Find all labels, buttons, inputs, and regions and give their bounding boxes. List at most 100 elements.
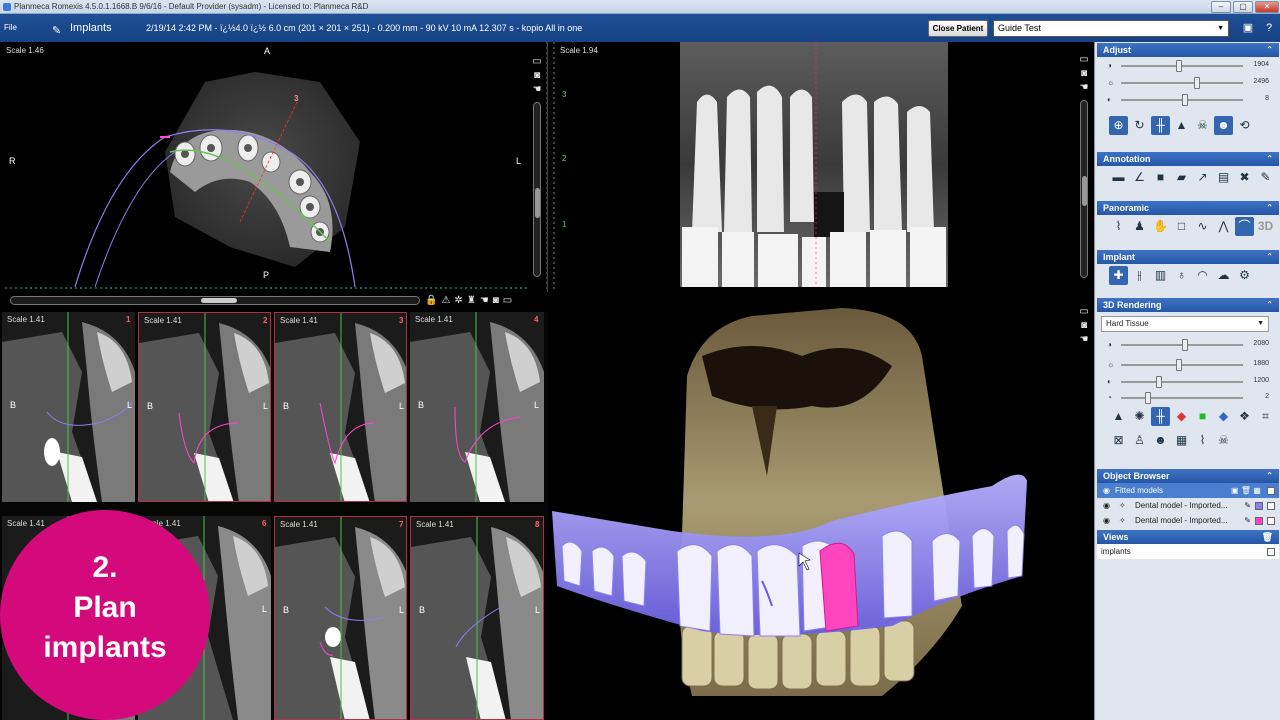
guide-select[interactable]: Guide Test ▼ — [993, 20, 1229, 37]
implant-library-icon[interactable]: ⫲ — [1130, 266, 1149, 285]
implant-header[interactable]: Implant ⌃ — [1097, 250, 1279, 264]
render-slider-1[interactable]: ◑ 2080 — [1097, 336, 1279, 356]
skull-3d-icon[interactable]: ☠ — [1214, 431, 1233, 450]
grid-icon[interactable]: ▦ — [1253, 486, 1261, 495]
object-group-row[interactable]: ◉ Fitted models ▣ 🗑 ▦ — [1097, 483, 1279, 498]
nerve-trace-icon[interactable]: ⋀ — [1214, 217, 1233, 236]
layout-icon[interactable]: ▭ — [1078, 306, 1090, 320]
pan-hand-icon[interactable]: ☚ — [1078, 334, 1090, 348]
grid-icon[interactable]: ▦ — [1172, 431, 1191, 450]
adjust-header[interactable]: Adjust ⌃ — [1097, 43, 1279, 57]
minimize-button[interactable]: – — [1211, 1, 1231, 13]
abutment-icon[interactable]: ▥ — [1151, 266, 1170, 285]
red-plane-icon[interactable]: ◆ — [1172, 407, 1191, 426]
green-plane-icon[interactable]: ■ — [1193, 407, 1212, 426]
camera-icon[interactable]: ◙ — [1078, 320, 1090, 334]
nerve-icon[interactable]: ■ — [1151, 168, 1170, 187]
rotate-icon[interactable]: ↻ — [1130, 116, 1149, 135]
axial-view[interactable]: Scale 1.46 A R L P 3 ▭ ◙ ☚ — [0, 42, 548, 292]
window-icon[interactable]: ▣ — [1240, 20, 1256, 36]
image-icon[interactable]: ▲ — [1109, 407, 1128, 426]
file-menu[interactable]: File — [4, 23, 17, 32]
tooth-icon[interactable]: ♟ — [1130, 217, 1149, 236]
sharpen-slider[interactable]: ◐ 8 — [1097, 91, 1279, 108]
slider-knob[interactable] — [1194, 77, 1201, 89]
panoramic-view[interactable]: Scale 1.94 3 2 1 ▭ ◙ ☚ — [552, 42, 1092, 292]
pan-hand-icon[interactable]: ☚ — [531, 84, 543, 98]
pan-hand-icon[interactable]: ☚ — [1078, 82, 1090, 96]
pen-icon[interactable]: ✎ — [1256, 168, 1275, 187]
layout-icon[interactable]: ▭ — [531, 56, 543, 70]
annotation-header[interactable]: Annotation ⌃ — [1097, 152, 1279, 166]
color-swatch[interactable] — [1255, 516, 1263, 525]
curve-icon[interactable]: ⌇ — [1109, 217, 1128, 236]
object-row[interactable]: ◉ ✧ Dental model - Imported... ✎ — [1097, 498, 1279, 513]
lock-icon[interactable]: 🔒 — [425, 295, 441, 306]
cross-section-7[interactable]: Scale 1.41 7 B L — [274, 516, 407, 720]
layout-icon[interactable]: ▭ — [1078, 54, 1090, 68]
3d-rendering-view[interactable]: ▭ ◙ ☚ — [552, 296, 1092, 720]
ruler-icon[interactable]: ▬ — [1109, 168, 1128, 187]
panoramic-curve-icon[interactable]: ⌒ — [1235, 217, 1254, 236]
checkbox-icon[interactable] — [1267, 547, 1275, 556]
image-icon[interactable]: ▲ — [1172, 116, 1191, 135]
render-slider-3[interactable]: ◐ 1200 — [1097, 373, 1279, 389]
3d-toggle[interactable]: 3D — [1256, 217, 1275, 236]
slider-knob[interactable] — [1182, 94, 1189, 106]
text-icon[interactable]: ▤ — [1214, 168, 1233, 187]
skull-filter-icon[interactable]: ☻ — [1214, 116, 1233, 135]
eraser-icon[interactable]: ✖ — [1235, 168, 1254, 187]
eye-icon[interactable]: ◉ — [1103, 498, 1110, 513]
render-slider-4[interactable]: ◔ 2 — [1097, 389, 1279, 405]
implant-settings-icon[interactable]: ⚙ — [1235, 266, 1254, 285]
implants-module-tab[interactable]: ✎ Implants — [52, 19, 122, 37]
zoom-icon[interactable]: ⊕ — [1109, 116, 1128, 135]
render-slider-2[interactable]: ☼ 1880 — [1097, 356, 1279, 373]
visibility-icon[interactable]: ✧ — [1119, 513, 1126, 528]
implant-icon[interactable]: ♜ — [467, 295, 480, 306]
pen-icon[interactable]: ✎ — [1244, 516, 1251, 525]
cut-icon[interactable]: ⊠ — [1109, 431, 1128, 450]
arrow-icon[interactable]: ↗ — [1193, 168, 1212, 187]
cross-section-2[interactable]: Scale 1.41 2 B L — [138, 312, 271, 502]
nerve-3d-icon[interactable]: ⌇ — [1193, 431, 1212, 450]
3d-rendering-header[interactable]: 3D Rendering ⌃ — [1097, 298, 1279, 312]
slice-scrollbar[interactable] — [10, 296, 420, 305]
add-implant-icon[interactable]: ✚ — [1109, 266, 1128, 285]
close-patient-button[interactable]: Close Patient — [928, 20, 988, 37]
slider-knob[interactable] — [1182, 339, 1189, 351]
brightness-slider[interactable]: ◑ 1904 — [1097, 57, 1279, 74]
light-icon[interactable]: ✺ — [1130, 407, 1149, 426]
layout-icon[interactable]: ▭ — [503, 295, 516, 306]
soft-tissue-icon[interactable]: ☻ — [1151, 431, 1170, 450]
blue-plane-icon[interactable]: ◆ — [1214, 407, 1233, 426]
area-icon[interactable]: ▰ — [1172, 168, 1191, 187]
panoramic-scrollbar[interactable] — [1080, 100, 1088, 278]
visibility-icon[interactable]: ✧ — [1119, 498, 1126, 513]
eye-icon[interactable]: ◉ — [1103, 513, 1110, 528]
angle-icon[interactable]: ∠ — [1130, 168, 1149, 187]
square-icon[interactable]: □ — [1172, 217, 1191, 236]
help-icon[interactable]: ? — [1261, 20, 1277, 36]
crown-icon[interactable]: ◠ — [1193, 266, 1212, 285]
sleeve-icon[interactable]: ♁ — [1172, 266, 1191, 285]
object-row[interactable]: ◉ ✧ Dental model - Imported... ✎ — [1097, 513, 1279, 528]
object-browser-header[interactable]: Object Browser ⌃ — [1097, 469, 1279, 483]
slider-knob[interactable] — [1176, 60, 1183, 72]
panoramic-header[interactable]: Panoramic ⌃ — [1097, 201, 1279, 215]
camera-icon[interactable]: ◙ — [493, 295, 503, 306]
level-slider[interactable]: ☼ 2496 — [1097, 74, 1279, 91]
color-swatch[interactable] — [1255, 501, 1263, 510]
close-window-button[interactable]: ✕ — [1255, 1, 1279, 13]
pen-icon[interactable]: ✎ — [1244, 501, 1251, 510]
checkbox-icon[interactable] — [1267, 486, 1275, 495]
crop-icon[interactable]: ⌗ — [1256, 407, 1275, 426]
checkbox-icon[interactable] — [1267, 501, 1275, 510]
camera-icon[interactable]: ◙ — [531, 70, 543, 84]
reset-icon[interactable]: ⟲ — [1235, 116, 1254, 135]
lock-icon[interactable]: ▣ — [1231, 486, 1239, 495]
eye-icon[interactable]: ◉ — [1103, 483, 1110, 498]
color-cube-icon[interactable]: ❖ — [1235, 407, 1254, 426]
delete-icon[interactable]: 🗑 — [1241, 486, 1251, 495]
implant-3d-icon[interactable]: ♙ — [1130, 431, 1149, 450]
